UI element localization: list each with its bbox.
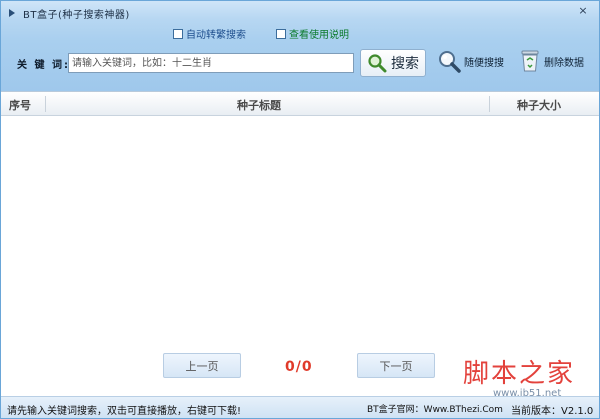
view-help-label[interactable]: 查看使用说明: [289, 26, 349, 41]
column-divider[interactable]: [489, 96, 490, 112]
auto-convert-checkbox[interactable]: [173, 28, 183, 39]
results-list[interactable]: [1, 117, 599, 347]
version-label: 当前版本：V2.1.0: [511, 406, 594, 417]
play-triangle-icon: [7, 8, 17, 18]
status-bar: 请先输入关键词搜索，双击可直接播放，右键可下载! BT盒子官网：Www.BThe…: [1, 396, 599, 418]
prev-page-button[interactable]: 上一页: [163, 353, 241, 378]
watermark-title: 脚本之家: [463, 359, 576, 389]
random-search-button[interactable]: 随便搜搜: [437, 49, 504, 73]
column-header-index[interactable]: 序号: [9, 97, 31, 113]
column-divider[interactable]: [45, 96, 46, 112]
app-window: BT盒子(种子搜索神器) × 自动转繁搜索 查看使用说明 关 键 词: 搜索: [0, 0, 600, 419]
options-row: 自动转繁搜索 查看使用说明: [173, 26, 349, 41]
auto-convert-label[interactable]: 自动转繁搜索: [186, 26, 246, 41]
delete-data-button[interactable]: 删除数据: [519, 49, 584, 73]
status-message: 请先输入关键词搜索，双击可直接播放，右键可下载!: [7, 406, 242, 417]
column-header-size[interactable]: 种子大小: [517, 97, 561, 113]
results-table-header: 序号 种子标题 种子大小: [1, 91, 599, 116]
next-page-button[interactable]: 下一页: [357, 353, 435, 378]
delete-data-label: 删除数据: [544, 57, 584, 69]
close-button[interactable]: ×: [577, 5, 589, 17]
auto-convert-option[interactable]: 自动转繁搜索: [173, 26, 246, 41]
window-title: BT盒子(种子搜索神器): [23, 9, 130, 21]
watermark: 脚本之家 www.jb51.net: [463, 353, 575, 399]
magnifier-icon: [439, 51, 461, 73]
search-button[interactable]: 搜索: [360, 49, 426, 77]
toolbar-area: BT盒子(种子搜索神器) × 自动转繁搜索 查看使用说明 关 键 词: 搜索: [1, 1, 599, 91]
column-header-title[interactable]: 种子标题: [237, 97, 281, 113]
magnifier-icon: [368, 54, 387, 73]
official-site-link[interactable]: BT盒子官网：Www.BThezi.Com: [367, 402, 503, 415]
keyword-input[interactable]: [68, 53, 354, 73]
search-button-label: 搜索: [391, 56, 419, 72]
view-help-checkbox[interactable]: [276, 28, 286, 39]
page-counter: 0/0: [285, 359, 313, 375]
random-search-label: 随便搜搜: [464, 57, 504, 69]
recycle-bin-icon: [521, 50, 539, 72]
keyword-label: 关 键 词:: [17, 60, 70, 71]
title-bar: BT盒子(种子搜索神器): [7, 5, 130, 21]
view-help-option[interactable]: 查看使用说明: [276, 26, 349, 41]
